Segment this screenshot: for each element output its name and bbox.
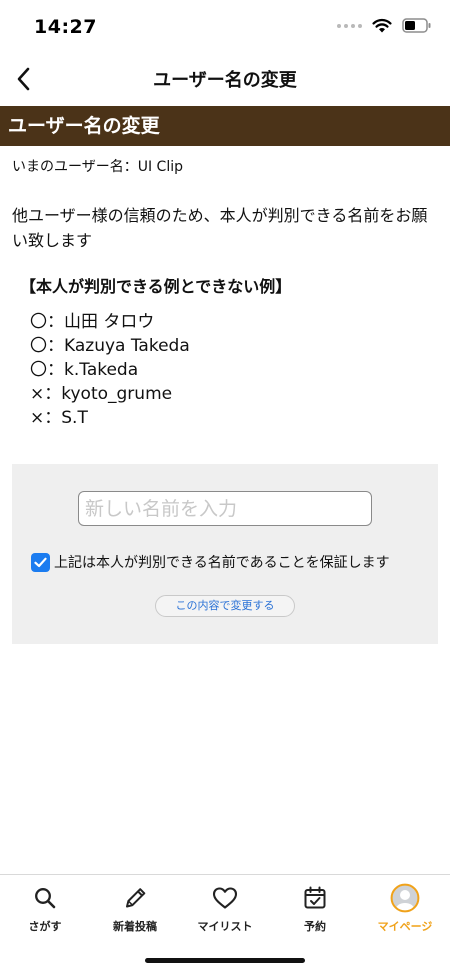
back-button[interactable] — [6, 62, 40, 96]
example-item: 〇：山田 タロウ — [30, 312, 155, 332]
examples-title: 【本人が判別できる例とできない例】 — [20, 277, 292, 296]
status-bar: 14:27 — [0, 0, 450, 54]
current-username: いまのユーザー名：UI Clip — [12, 159, 183, 175]
navigation-bar: ユーザー名の変更 — [0, 54, 450, 104]
cellular-signal-icon — [337, 23, 362, 28]
example-item: ×：S.T — [30, 408, 88, 428]
status-icons — [337, 18, 432, 33]
tab-mypage[interactable]: マイページ — [360, 883, 450, 934]
tab-label: 予約 — [304, 920, 326, 933]
examples-list: 〇：山田 タロウ 〇：Kazuya Takeda 〇：k.Takeda ×：ky… — [30, 310, 190, 430]
search-icon — [35, 888, 56, 909]
new-name-input[interactable] — [78, 491, 372, 526]
checkmark-icon — [34, 557, 47, 567]
tab-label: マイリスト — [197, 920, 253, 933]
wifi-icon — [372, 18, 392, 33]
example-item: 〇：Kazuya Takeda — [30, 336, 190, 356]
calendar-check-icon — [304, 886, 326, 909]
description-text: 他ユーザー様の信頼のため、本人が判別できる名前をお願い致します — [12, 206, 428, 250]
tab-search[interactable]: さがす — [0, 883, 90, 934]
heart-icon — [212, 887, 238, 909]
battery-icon — [402, 18, 431, 33]
pencil-icon — [126, 888, 146, 908]
tab-label: マイページ — [377, 920, 433, 933]
tab-mylist[interactable]: マイリスト — [180, 883, 270, 934]
tab-reservation[interactable]: 予約 — [270, 883, 360, 934]
tab-label: 新着投稿 — [113, 920, 157, 933]
confirm-row: 上記は本人が判別できる名前であることを保証します — [31, 552, 390, 572]
chevron-left-icon — [17, 67, 30, 91]
confirm-checkbox[interactable] — [31, 552, 50, 572]
avatar-icon — [390, 883, 420, 913]
section-header: ユーザー名の変更 — [0, 106, 450, 146]
status-time: 14:27 — [34, 16, 97, 38]
example-item: 〇：k.Takeda — [30, 360, 139, 380]
submit-button[interactable]: この内容で変更する — [155, 595, 295, 617]
name-change-form: 上記は本人が判別できる名前であることを保証します この内容で変更する — [12, 464, 438, 644]
tab-label: さがす — [28, 920, 62, 933]
home-indicator[interactable] — [145, 958, 305, 963]
confirm-label[interactable]: 上記は本人が判別できる名前であることを保証します — [54, 552, 390, 572]
page-title: ユーザー名の変更 — [153, 70, 297, 91]
tab-new-posts[interactable]: 新着投稿 — [90, 883, 180, 934]
example-item: ×：kyoto_grume — [30, 384, 173, 404]
